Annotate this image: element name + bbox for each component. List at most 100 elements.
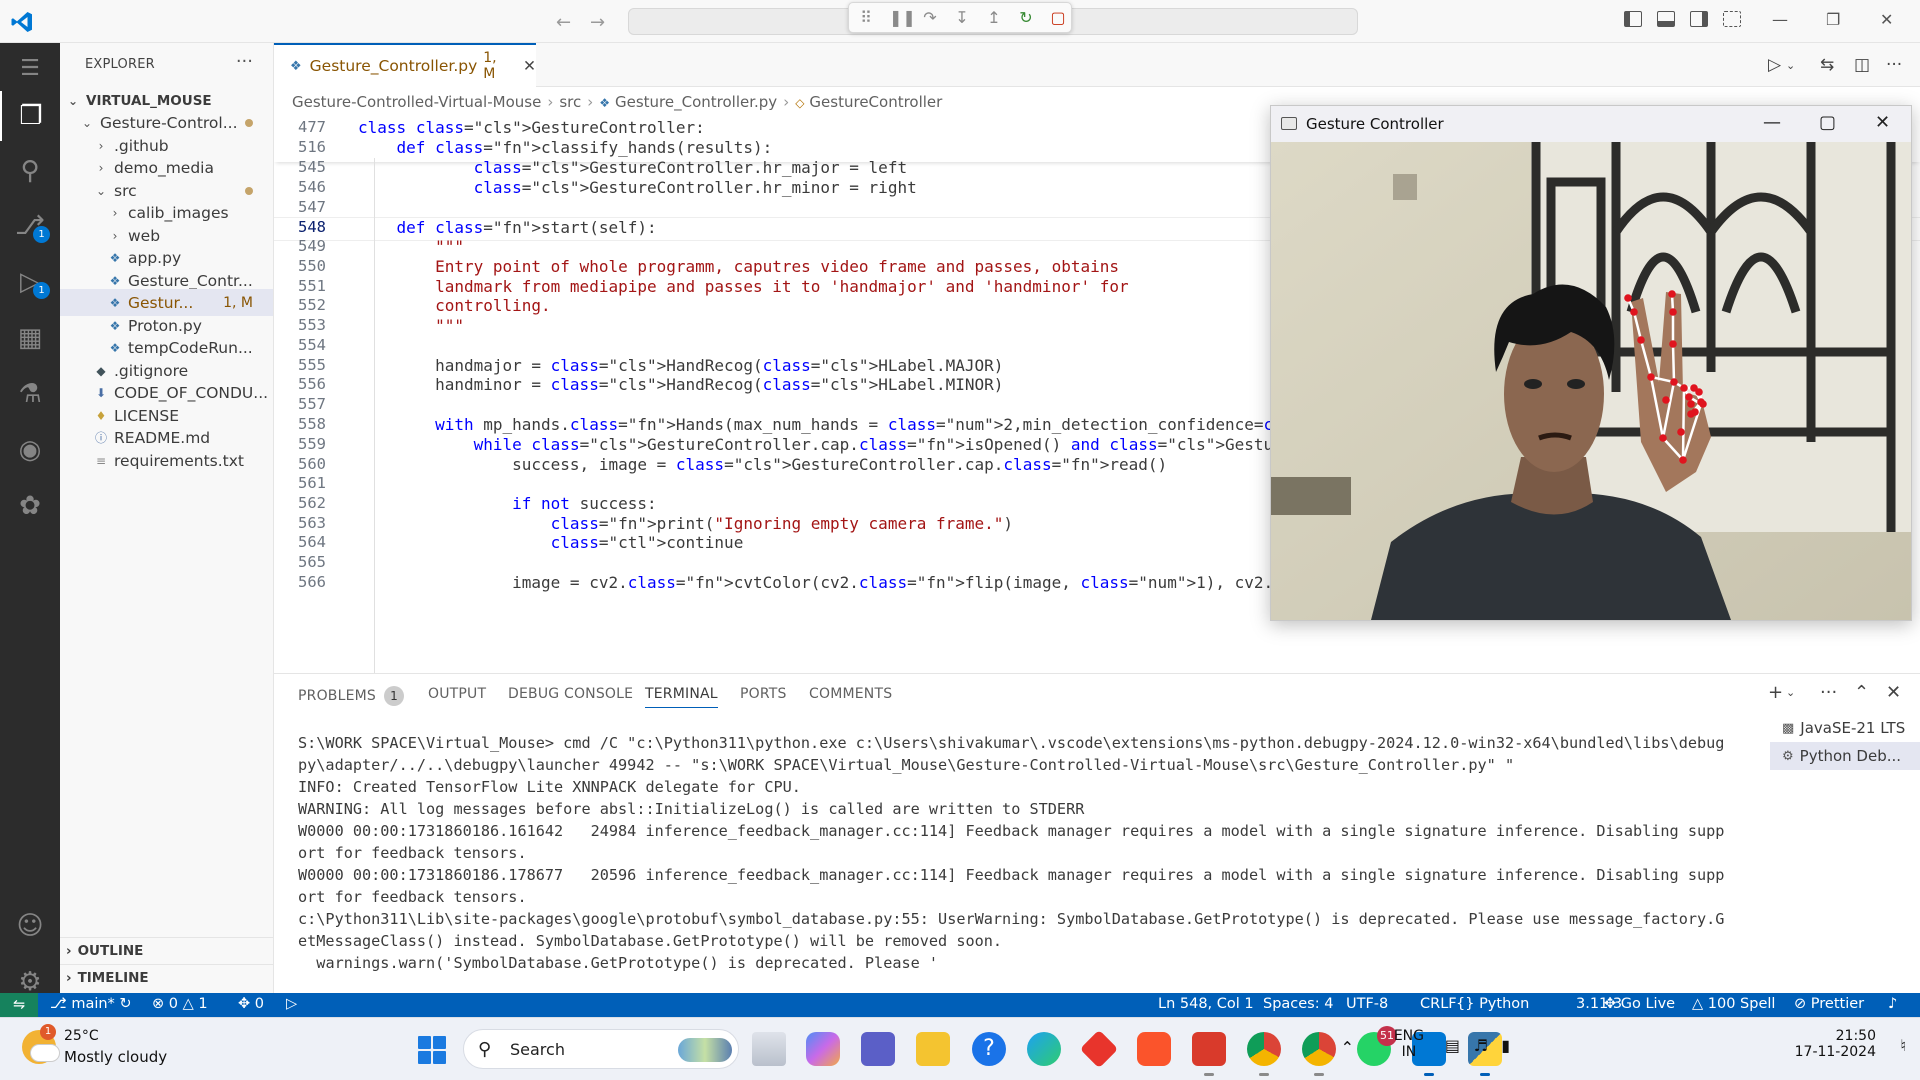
timeline-section[interactable]: › TIMELINE bbox=[60, 964, 273, 991]
notifications-bell-icon[interactable]: ♪ bbox=[1888, 996, 1897, 1012]
terminal-output[interactable]: S:\WORK SPACE\Virtual_Mouse> cmd /C "c:\… bbox=[298, 732, 1728, 974]
line-number: 565 bbox=[298, 553, 326, 571]
search-icon[interactable]: ⚲ bbox=[0, 146, 60, 196]
extensions-icon[interactable]: ▦ bbox=[0, 313, 60, 363]
open-changes-icon[interactable]: ⇆ bbox=[1820, 55, 1834, 75]
tree-item-label: calib_images bbox=[128, 203, 229, 222]
brave-icon[interactable] bbox=[1137, 1032, 1171, 1066]
more-actions-icon[interactable]: ··· bbox=[1886, 55, 1902, 75]
problems-indicator[interactable]: ⊗ 0 △ 1 bbox=[152, 996, 208, 1012]
menu-icon[interactable]: ☰ bbox=[0, 43, 60, 93]
file-explorer-icon[interactable] bbox=[916, 1032, 950, 1066]
more-actions-icon[interactable]: ··· bbox=[1820, 682, 1837, 703]
step-over-icon[interactable]: ↷ bbox=[921, 8, 939, 27]
network-icon[interactable]: ▤ bbox=[1445, 1036, 1460, 1055]
explorer-icon[interactable]: ❐ bbox=[0, 91, 60, 141]
tab-gesture-controller[interactable]: ❖ Gesture_Controller.py 1, M ✕ bbox=[274, 43, 536, 87]
chrome-icon[interactable] bbox=[1302, 1032, 1336, 1076]
breadcrumb-item[interactable]: Gesture-Controlled-Virtual-Mouse bbox=[292, 93, 541, 111]
chrome-profile-icon[interactable] bbox=[1247, 1032, 1281, 1076]
step-into-icon[interactable]: ↧ bbox=[953, 8, 971, 27]
encoding[interactable]: UTF-8 bbox=[1346, 996, 1388, 1012]
battery-icon[interactable]: ▮ bbox=[1501, 1036, 1510, 1055]
language-indicator[interactable]: ENG IN bbox=[1394, 1028, 1424, 1060]
tab-comments[interactable]: COMMENTS bbox=[809, 686, 892, 702]
more-actions-icon[interactable]: ··· bbox=[236, 51, 253, 72]
taskbar-search[interactable]: ⚲ Search bbox=[463, 1029, 739, 1069]
cursor-position[interactable]: Ln 548, Col 1 bbox=[1158, 996, 1254, 1012]
remote-indicator-icon[interactable]: ⇋ bbox=[0, 993, 38, 1017]
minimize-icon[interactable]: — bbox=[1763, 112, 1781, 133]
debug-status-icon[interactable]: ▷ bbox=[286, 996, 297, 1012]
whatsapp-icon[interactable]: 51 bbox=[1357, 1026, 1397, 1066]
indentation[interactable]: Spaces: 4 bbox=[1263, 996, 1333, 1012]
maximize-icon[interactable]: ▢ bbox=[1819, 112, 1836, 133]
breadcrumb-item[interactable]: GestureController bbox=[809, 93, 942, 111]
terminal-instance[interactable]: ⚙ Python Deb... bbox=[1770, 742, 1920, 770]
maximize-panel-icon[interactable]: ⌃ bbox=[1854, 682, 1869, 703]
restart-icon[interactable]: ↻ bbox=[1017, 8, 1035, 27]
minimize-icon[interactable]: — bbox=[1772, 10, 1788, 29]
clock[interactable]: 21:50 17-11-2024 bbox=[1795, 1028, 1876, 1060]
file-item[interactable]: ≡ requirements.txt bbox=[60, 447, 273, 474]
language-mode[interactable]: {} Python bbox=[1456, 996, 1529, 1012]
go-live-button[interactable]: ✥ Go Live bbox=[1604, 996, 1675, 1012]
end-of-line[interactable]: CRLF bbox=[1420, 996, 1457, 1012]
tab-debug-console[interactable]: DEBUG CONSOLE bbox=[508, 686, 633, 702]
breadcrumb-item[interactable]: Gesture_Controller.py bbox=[615, 93, 777, 111]
ports-indicator[interactable]: ✥ 0 bbox=[238, 996, 264, 1012]
toggle-panel-icon[interactable] bbox=[1657, 11, 1675, 27]
run-dropdown-icon[interactable]: ⌄ bbox=[1786, 59, 1795, 72]
markdown-file-icon: ⬇ bbox=[95, 385, 107, 400]
close-icon[interactable]: ✕ bbox=[1880, 10, 1893, 29]
github-icon[interactable]: ◉ bbox=[0, 425, 60, 475]
branch-indicator[interactable]: ⎇ main* ↻ bbox=[50, 996, 132, 1012]
teams-icon[interactable] bbox=[861, 1032, 895, 1066]
accounts-icon[interactable]: ☺ bbox=[0, 901, 60, 951]
copilot-icon[interactable] bbox=[806, 1032, 840, 1066]
split-editor-icon[interactable]: ◫ bbox=[1854, 55, 1870, 75]
show-hidden-icons-icon[interactable]: ⌃ bbox=[1341, 1038, 1354, 1057]
anydesk-icon[interactable] bbox=[1079, 1029, 1119, 1069]
spell-check-button[interactable]: △ 100 Spell bbox=[1692, 996, 1775, 1012]
start-button[interactable] bbox=[418, 1036, 446, 1064]
gripper-icon[interactable]: ⠿ bbox=[857, 8, 875, 27]
task-view-icon[interactable] bbox=[752, 1032, 786, 1066]
close-icon[interactable]: ✕ bbox=[1875, 112, 1890, 133]
help-icon[interactable]: ? bbox=[972, 1032, 1006, 1066]
tab-terminal[interactable]: TERMINAL bbox=[645, 686, 718, 708]
breadcrumb-item[interactable]: src bbox=[559, 93, 581, 111]
back-icon[interactable]: ← bbox=[556, 12, 571, 33]
line-number: 552 bbox=[298, 296, 326, 314]
step-out-icon[interactable]: ↥ bbox=[985, 8, 1003, 27]
source-control-icon[interactable]: ⎇ 1 bbox=[0, 201, 60, 251]
forward-icon[interactable]: → bbox=[590, 12, 605, 33]
run-python-file-icon[interactable]: ▷ bbox=[1768, 55, 1781, 75]
window-title-bar[interactable]: Gesture Controller — ▢ ✕ bbox=[1271, 106, 1911, 142]
close-tab-icon[interactable]: ✕ bbox=[523, 57, 536, 75]
toggle-secondary-sidebar-icon[interactable] bbox=[1690, 11, 1708, 27]
customize-layout-icon[interactable] bbox=[1723, 11, 1741, 27]
license-file-icon: ♦ bbox=[95, 408, 107, 423]
notifications-icon[interactable]: ♮ bbox=[1900, 1036, 1906, 1055]
terminal-instance[interactable]: ▩ JavaSE-21 LTS bbox=[1770, 714, 1920, 742]
outline-section[interactable]: › OUTLINE bbox=[60, 937, 273, 964]
prettier-button[interactable]: ⊘ Prettier bbox=[1794, 996, 1864, 1012]
tab-ports[interactable]: PORTS bbox=[740, 686, 787, 702]
tab-output[interactable]: OUTPUT bbox=[428, 686, 486, 702]
terminal-dropdown-icon[interactable]: ⌄ bbox=[1786, 686, 1795, 699]
testing-icon[interactable]: ⚗ bbox=[0, 369, 60, 419]
volume-icon[interactable]: ♬ bbox=[1474, 1036, 1488, 1055]
restore-icon[interactable]: ❐ bbox=[1826, 10, 1840, 29]
warning-icon: △ bbox=[182, 996, 194, 1012]
pause-icon[interactable]: ❚❚ bbox=[889, 8, 916, 27]
edge-icon[interactable] bbox=[1027, 1032, 1061, 1066]
wps-office-icon[interactable] bbox=[1192, 1032, 1226, 1076]
new-terminal-icon[interactable]: + bbox=[1768, 682, 1783, 703]
close-panel-icon[interactable]: ✕ bbox=[1886, 682, 1901, 703]
run-debug-icon[interactable]: ▷ 1 bbox=[0, 257, 60, 307]
stop-icon[interactable]: ▢ bbox=[1049, 8, 1067, 27]
toggle-sidebar-icon[interactable] bbox=[1624, 11, 1642, 27]
live-share-icon[interactable]: ✿ bbox=[0, 481, 60, 531]
tab-problems[interactable]: PROBLEMS 1 bbox=[298, 686, 405, 706]
